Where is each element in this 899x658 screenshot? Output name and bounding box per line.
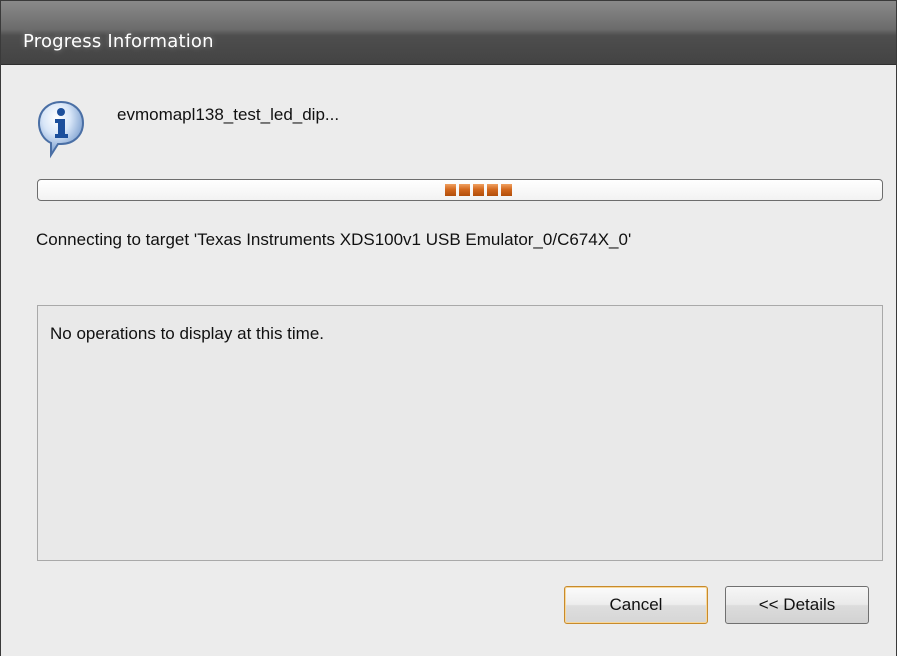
- window-title: Progress Information: [23, 31, 214, 52]
- progress-block: [459, 184, 470, 196]
- dialog-client-area: evmomapl138_test_led_dip... Connecting t…: [1, 65, 896, 656]
- progress-block: [445, 184, 456, 196]
- cancel-button-label: Cancel: [609, 595, 663, 614]
- progress-block: [501, 184, 512, 196]
- task-name: evmomapl138_test_led_dip...: [117, 105, 340, 124]
- title-bar[interactable]: Progress Information: [1, 1, 896, 65]
- progress-bar: [37, 179, 883, 201]
- info-icon: [37, 100, 85, 159]
- status-text: Connecting to target 'Texas Instruments …: [36, 230, 632, 249]
- details-toggle-button[interactable]: << Details: [725, 586, 869, 624]
- cancel-button[interactable]: Cancel: [564, 586, 708, 624]
- operations-panel: No operations to display at this time.: [37, 305, 883, 561]
- progress-block: [487, 184, 498, 196]
- progress-dialog: Progress Information evmomapl138_test_le…: [0, 0, 897, 656]
- details-button-label: << Details: [758, 595, 836, 614]
- operations-empty-text: No operations to display at this time.: [50, 324, 325, 343]
- progress-block: [473, 184, 484, 196]
